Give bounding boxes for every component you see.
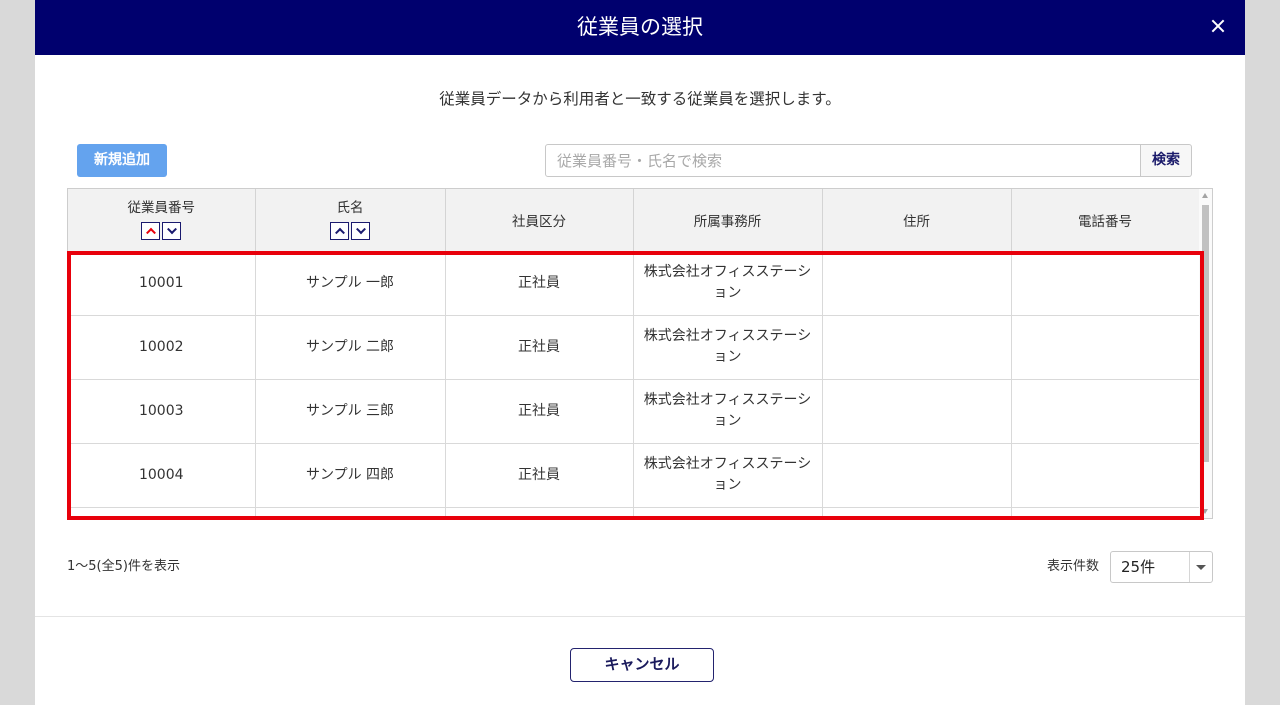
cell-name: サンプル 一郎 xyxy=(255,251,446,316)
cell-name xyxy=(255,507,446,518)
column-header-employee-number: 従業員番号 xyxy=(68,189,256,252)
scroll-down-icon[interactable] xyxy=(1202,509,1208,514)
chevron-down-icon xyxy=(355,224,366,235)
select-divider xyxy=(1189,552,1190,582)
table-row[interactable]: 10003 サンプル 三郎 正社員 株式会社オフィスステーション xyxy=(68,379,1200,444)
cell-employment-type xyxy=(445,507,634,518)
sort-descending-button[interactable] xyxy=(162,222,182,241)
cell-phone xyxy=(1011,507,1200,518)
column-label: 従業員番号 xyxy=(127,200,196,217)
column-header-employment-type: 社員区分 xyxy=(445,189,634,252)
cell-office: 株式会社オフィスステーション xyxy=(633,315,823,380)
cell-address xyxy=(822,379,1012,444)
cell-phone xyxy=(1011,315,1200,380)
page-size-value: 25件 xyxy=(1121,558,1156,576)
cell-employee-number xyxy=(68,507,256,518)
chevron-up-icon xyxy=(145,228,156,238)
sort-controls xyxy=(68,222,255,241)
cell-address xyxy=(822,315,1012,380)
caret-down-icon xyxy=(1196,565,1206,570)
column-label: 氏名 xyxy=(336,200,364,217)
close-button[interactable] xyxy=(1205,13,1231,39)
search-button[interactable]: 検索 xyxy=(1141,144,1192,177)
employee-select-dialog: 従業員の選択 従業員データから利用者と一致する従業員を選択します。 新規追加 検… xyxy=(35,0,1245,705)
sort-ascending-button[interactable] xyxy=(330,222,349,241)
cell-phone xyxy=(1011,443,1200,508)
scrollbar-thumb[interactable] xyxy=(1202,205,1209,462)
scroll-up-icon[interactable] xyxy=(1202,193,1208,198)
table-scrollbar[interactable] xyxy=(1199,189,1212,518)
column-header-office: 所属事務所 xyxy=(633,189,823,252)
cell-address xyxy=(822,507,1012,518)
dialog-header: 従業員の選択 xyxy=(35,0,1245,55)
table-row[interactable]: 10001 サンプル 一郎 正社員 株式会社オフィスステーション xyxy=(68,251,1200,316)
cell-employee-number: 10003 xyxy=(68,379,256,444)
cell-phone xyxy=(1011,251,1200,316)
add-new-button[interactable]: 新規追加 xyxy=(77,144,167,177)
employee-table-grid: 従業員番号 氏名 社員区分 所属事務所 住所 電話番号 10001 サンプル 一… xyxy=(68,189,1200,518)
sort-controls xyxy=(256,222,445,241)
column-header-phone: 電話番号 xyxy=(1011,189,1200,252)
cell-office: 株式会社オフィスステーション xyxy=(633,443,823,508)
column-header-name: 氏名 xyxy=(255,189,446,252)
page-size-label: 表示件数 xyxy=(1047,559,1100,574)
footer-divider xyxy=(35,616,1245,617)
cell-office: 株式会社オフィスステーション xyxy=(633,251,823,316)
dialog-title: 従業員の選択 xyxy=(577,15,703,39)
sort-descending-button[interactable] xyxy=(351,222,370,241)
cell-name: サンプル 四郎 xyxy=(255,443,446,508)
cell-name: サンプル 二郎 xyxy=(255,315,446,380)
chevron-down-icon xyxy=(166,224,177,235)
cell-address xyxy=(822,251,1012,316)
cell-phone xyxy=(1011,379,1200,444)
table-header-row: 従業員番号 氏名 社員区分 所属事務所 住所 電話番号 xyxy=(68,189,1200,252)
cell-employment-type: 正社員 xyxy=(445,251,634,316)
cell-address xyxy=(822,443,1012,508)
cell-employee-number: 10001 xyxy=(68,251,256,316)
table-row[interactable]: 10004 サンプル 四郎 正社員 株式会社オフィスステーション xyxy=(68,443,1200,508)
close-icon xyxy=(1211,19,1225,33)
cell-employment-type: 正社員 xyxy=(445,443,634,508)
chevron-up-icon xyxy=(334,228,345,238)
cell-employee-number: 10002 xyxy=(68,315,256,380)
cell-office xyxy=(633,507,823,518)
cell-office: 株式会社オフィスステーション xyxy=(633,379,823,444)
cell-employment-type: 正社員 xyxy=(445,379,634,444)
cell-name: サンプル 三郎 xyxy=(255,379,446,444)
search-input[interactable] xyxy=(545,144,1141,177)
result-summary: 1～5(全5)件を表示 xyxy=(67,559,180,574)
table-row-partial[interactable] xyxy=(68,507,1200,518)
sort-ascending-button[interactable] xyxy=(141,222,161,241)
table-row[interactable]: 10002 サンプル 二郎 正社員 株式会社オフィスステーション xyxy=(68,315,1200,380)
employee-table: 従業員番号 氏名 社員区分 所属事務所 住所 電話番号 10001 サンプル 一… xyxy=(67,188,1213,519)
column-header-address: 住所 xyxy=(822,189,1012,252)
cancel-button[interactable]: キャンセル xyxy=(570,648,714,682)
page-size-select[interactable]: 25件 xyxy=(1110,551,1213,583)
cell-employment-type: 正社員 xyxy=(445,315,634,380)
dialog-description: 従業員データから利用者と一致する従業員を選択します。 xyxy=(439,90,841,108)
cell-employee-number: 10004 xyxy=(68,443,256,508)
